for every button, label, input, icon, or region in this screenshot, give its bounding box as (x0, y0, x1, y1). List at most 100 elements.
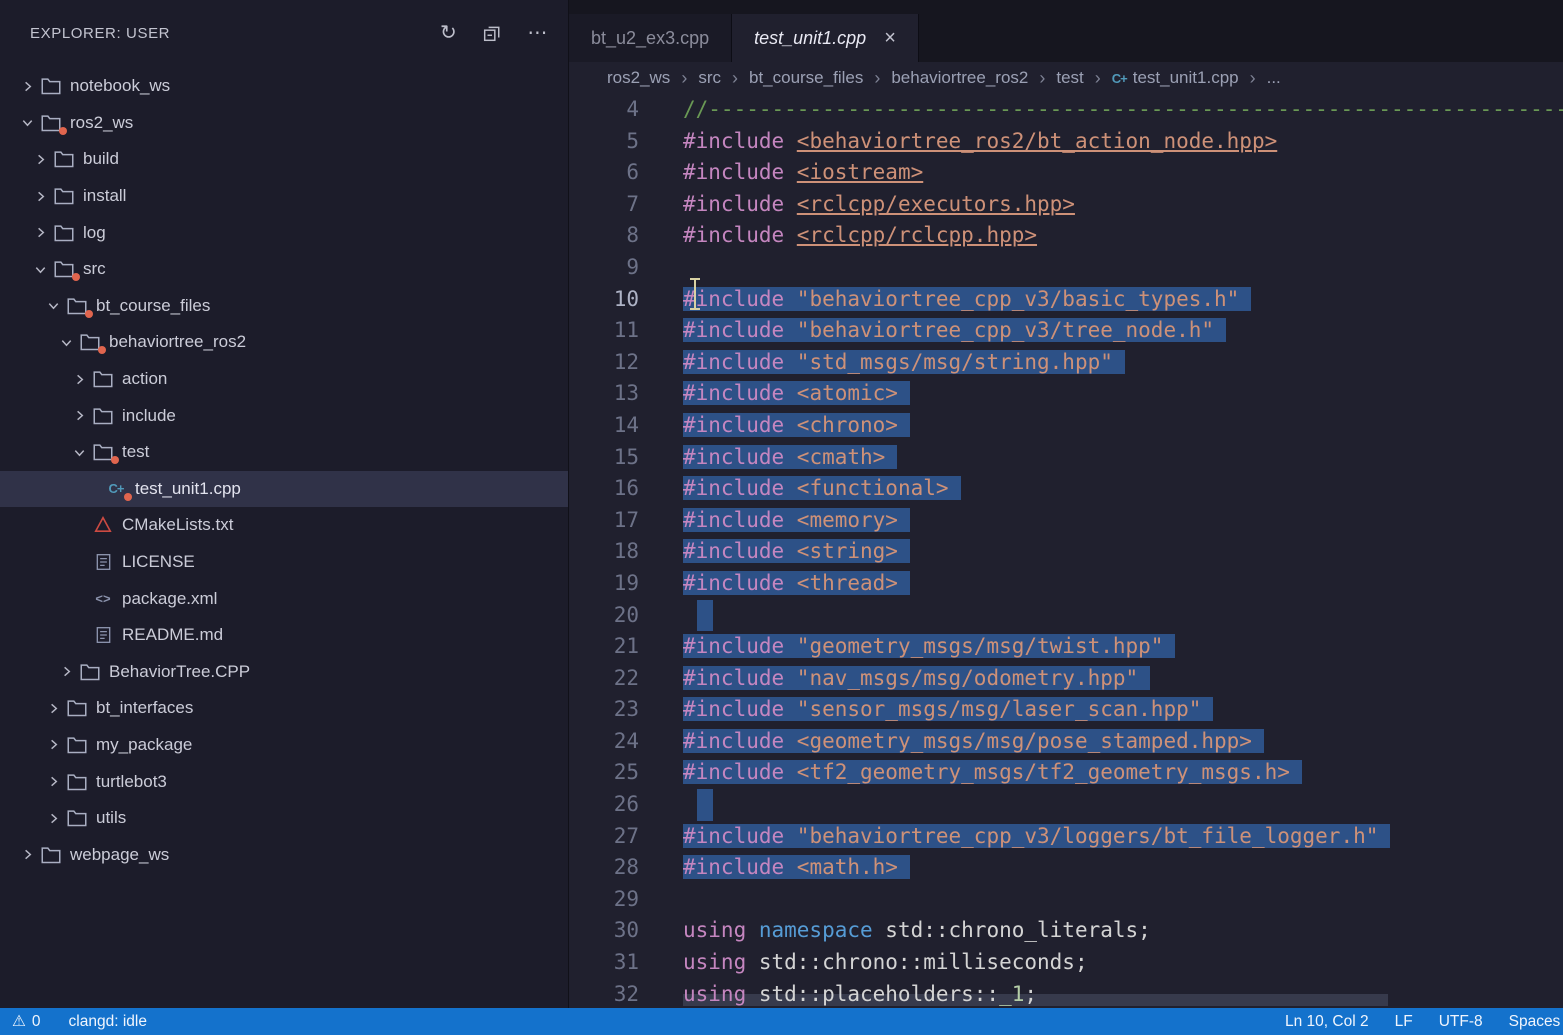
code-line-18[interactable]: 18#include <string> (569, 536, 1563, 568)
line-number[interactable]: 8 (569, 220, 639, 252)
tree-item-BehaviorTree.CPP[interactable]: BehaviorTree.CPP (0, 654, 568, 691)
chevron-right-icon[interactable] (40, 774, 66, 790)
tree-item-my_package[interactable]: my_package (0, 727, 568, 764)
code-line-28[interactable]: 28#include <math.h> (569, 852, 1563, 884)
line-number[interactable]: 12 (569, 347, 639, 379)
line-number[interactable]: 22 (569, 663, 639, 695)
code-line-4[interactable]: 4//-------------------------------------… (569, 94, 1563, 126)
refresh-icon[interactable]: ↻ (440, 23, 457, 43)
line-number[interactable]: 24 (569, 726, 639, 758)
line-number[interactable]: 10 (569, 284, 639, 316)
code-line-6[interactable]: 6#include <iostream> (569, 157, 1563, 189)
tree-item-bt_course_files[interactable]: bt_course_files (0, 288, 568, 325)
tree-item-webpage_ws[interactable]: webpage_ws (0, 836, 568, 873)
line-number[interactable]: 17 (569, 505, 639, 537)
line-number[interactable]: 32 (569, 979, 639, 1008)
chevron-down-icon[interactable] (40, 298, 66, 314)
line-number[interactable]: 21 (569, 631, 639, 663)
chevron-right-icon[interactable] (27, 188, 53, 204)
line-number[interactable]: 28 (569, 852, 639, 884)
encoding-indicator[interactable]: UTF-8 (1439, 1013, 1483, 1031)
line-number[interactable]: 16 (569, 473, 639, 505)
chevron-right-icon[interactable] (66, 371, 92, 387)
code-line-17[interactable]: 17#include <memory> (569, 505, 1563, 537)
clangd-status[interactable]: clangd: idle (69, 1013, 147, 1031)
line-number[interactable]: 9 (569, 252, 639, 284)
chevron-right-icon[interactable] (66, 408, 92, 424)
indent-indicator[interactable]: Spaces (1509, 1013, 1561, 1031)
breadcrumb-item-src[interactable]: src (698, 68, 721, 88)
line-number[interactable]: 19 (569, 568, 639, 600)
tree-item-behaviortree_ros2[interactable]: behaviortree_ros2 (0, 324, 568, 361)
tree-item-build[interactable]: build (0, 141, 568, 178)
code-line-29[interactable]: 29 (569, 884, 1563, 916)
tree-item-bt_interfaces[interactable]: bt_interfaces (0, 690, 568, 727)
code-line-15[interactable]: 15#include <cmath> (569, 442, 1563, 474)
breadcrumb-item-test_unit1.cpp[interactable]: C+test_unit1.cpp (1112, 68, 1239, 88)
code-line-20[interactable]: 20 (569, 600, 1563, 632)
breadcrumb-item-ros2_ws[interactable]: ros2_ws (607, 68, 670, 88)
breadcrumb-item-...[interactable]: ... (1267, 68, 1281, 88)
more-actions-icon[interactable]: ⋯ (527, 23, 548, 43)
chevron-right-icon[interactable] (27, 225, 53, 241)
code-line-12[interactable]: 12#include "std_msgs/msg/string.hpp" (569, 347, 1563, 379)
tree-item-CMakeLists.txt[interactable]: CMakeLists.txt (0, 507, 568, 544)
code-line-26[interactable]: 26 (569, 789, 1563, 821)
tree-item-install[interactable]: install (0, 178, 568, 215)
code-line-22[interactable]: 22#include "nav_msgs/msg/odometry.hpp" (569, 663, 1563, 695)
code-line-16[interactable]: 16#include <functional> (569, 473, 1563, 505)
chevron-down-icon[interactable] (14, 115, 40, 131)
line-number[interactable]: 18 (569, 536, 639, 568)
breadcrumb-item-behaviortree_ros2[interactable]: behaviortree_ros2 (891, 68, 1028, 88)
tree-item-action[interactable]: action (0, 361, 568, 398)
code-line-10[interactable]: 10#include "behaviortree_cpp_v3/basic_ty… (569, 284, 1563, 316)
tree-item-log[interactable]: log (0, 214, 568, 251)
eol-indicator[interactable]: LF (1395, 1013, 1413, 1031)
code-line-14[interactable]: 14#include <chrono> (569, 410, 1563, 442)
problems-indicator[interactable]: ⚠ 0 (12, 1012, 41, 1031)
tab-test_unit1.cpp[interactable]: test_unit1.cpp× (732, 14, 919, 62)
line-number[interactable]: 15 (569, 442, 639, 474)
line-number[interactable]: 20 (569, 600, 639, 632)
tree-item-utils[interactable]: utils (0, 800, 568, 837)
collapse-all-icon[interactable] (483, 24, 501, 42)
code-line-8[interactable]: 8#include <rclcpp/rclcpp.hpp> (569, 220, 1563, 252)
code-line-25[interactable]: 25#include <tf2_geometry_msgs/tf2_geomet… (569, 757, 1563, 789)
chevron-down-icon[interactable] (27, 261, 53, 277)
code-line-30[interactable]: 30using namespace std::chrono_literals; (569, 915, 1563, 947)
breadcrumb-item-test[interactable]: test (1056, 68, 1083, 88)
tree-item-test[interactable]: test (0, 434, 568, 471)
tree-item-ros2_ws[interactable]: ros2_ws (0, 105, 568, 142)
line-number[interactable]: 13 (569, 378, 639, 410)
code-line-31[interactable]: 31using std::chrono::milliseconds; (569, 947, 1563, 979)
tree-item-package.xml[interactable]: <>package.xml (0, 580, 568, 617)
chevron-right-icon[interactable] (14, 847, 40, 863)
chevron-right-icon[interactable] (53, 664, 79, 680)
code-line-19[interactable]: 19#include <thread> (569, 568, 1563, 600)
line-number[interactable]: 25 (569, 757, 639, 789)
line-number[interactable]: 5 (569, 126, 639, 158)
code-line-32[interactable]: 32using std::placeholders::_1; (569, 979, 1563, 1008)
line-number[interactable]: 14 (569, 410, 639, 442)
code-line-11[interactable]: 11#include "behaviortree_cpp_v3/tree_nod… (569, 315, 1563, 347)
breadcrumb-item-bt_course_files[interactable]: bt_course_files (749, 68, 863, 88)
code-line-24[interactable]: 24#include <geometry_msgs/msg/pose_stamp… (569, 726, 1563, 758)
code-line-27[interactable]: 27#include "behaviortree_cpp_v3/loggers/… (569, 821, 1563, 853)
code-line-9[interactable]: 9 (569, 252, 1563, 284)
tree-item-LICENSE[interactable]: LICENSE (0, 544, 568, 581)
code-line-5[interactable]: 5#include <behaviortree_ros2/bt_action_n… (569, 126, 1563, 158)
code-line-23[interactable]: 23#include "sensor_msgs/msg/laser_scan.h… (569, 694, 1563, 726)
line-number[interactable]: 29 (569, 884, 639, 916)
code-editor[interactable]: 4//-------------------------------------… (569, 94, 1563, 1008)
cursor-position[interactable]: Ln 10, Col 2 (1285, 1013, 1369, 1031)
tree-item-include[interactable]: include (0, 397, 568, 434)
line-number[interactable]: 23 (569, 694, 639, 726)
code-line-13[interactable]: 13#include <atomic> (569, 378, 1563, 410)
chevron-right-icon[interactable] (27, 151, 53, 167)
code-line-7[interactable]: 7#include <rclcpp/executors.hpp> (569, 189, 1563, 221)
tree-item-test_unit1.cpp[interactable]: C+test_unit1.cpp (0, 471, 568, 508)
tree-item-turtlebot3[interactable]: turtlebot3 (0, 763, 568, 800)
chevron-down-icon[interactable] (66, 444, 92, 460)
line-number[interactable]: 7 (569, 189, 639, 221)
line-number[interactable]: 11 (569, 315, 639, 347)
